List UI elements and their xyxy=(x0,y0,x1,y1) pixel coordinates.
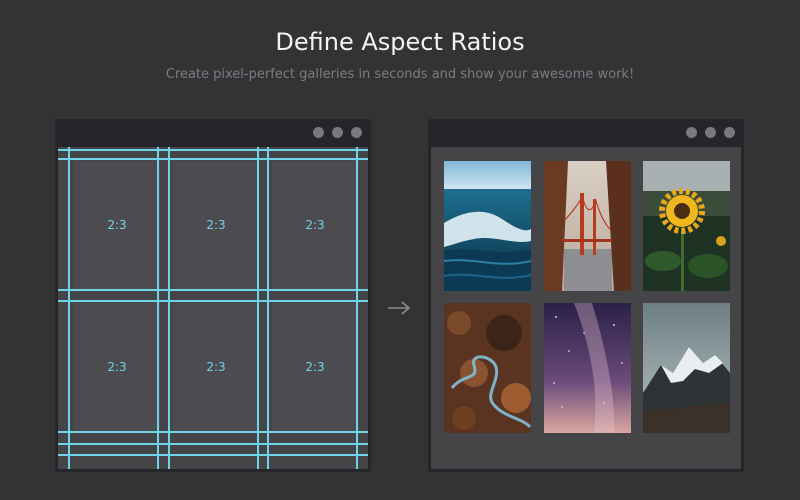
horizontal-guide[interactable] xyxy=(58,431,368,433)
photo-winding-river-aerial[interactable] xyxy=(444,303,531,433)
horizontal-guide[interactable] xyxy=(58,443,368,445)
vertical-guide[interactable] xyxy=(68,147,70,469)
gallery-preview-window xyxy=(428,119,744,472)
horizontal-guide[interactable] xyxy=(58,289,368,291)
gallery-canvas xyxy=(431,147,741,469)
window-control-icon[interactable] xyxy=(686,127,697,138)
photo-ocean-wave[interactable] xyxy=(444,161,531,291)
window-control-icon[interactable] xyxy=(724,127,735,138)
guide-lines xyxy=(58,147,368,469)
page-subtitle: Create pixel-perfect galleries in second… xyxy=(165,67,635,82)
window-titlebar xyxy=(55,119,371,147)
vertical-guide[interactable] xyxy=(157,147,159,469)
photo-golden-gate-bridge[interactable] xyxy=(544,161,631,291)
window-control-icon[interactable] xyxy=(313,127,324,138)
horizontal-guide[interactable] xyxy=(58,300,368,302)
photo-sunflower[interactable] xyxy=(643,161,730,291)
vertical-guide[interactable] xyxy=(267,147,269,469)
page-title: Define Aspect Ratios xyxy=(275,28,525,56)
vertical-guide[interactable] xyxy=(257,147,259,469)
window-titlebar xyxy=(428,119,744,147)
window-control-icon[interactable] xyxy=(332,127,343,138)
horizontal-guide[interactable] xyxy=(58,454,368,456)
arrow-right-icon xyxy=(388,301,411,315)
window-control-icon[interactable] xyxy=(351,127,362,138)
photo-milky-way-sky[interactable] xyxy=(544,303,631,433)
horizontal-guide[interactable] xyxy=(58,149,368,151)
grid-canvas: 2:3 2:3 2:3 2:3 2:3 2:3 xyxy=(58,147,368,469)
grid-editor-window: 2:3 2:3 2:3 2:3 2:3 2:3 xyxy=(55,119,371,472)
vertical-guide[interactable] xyxy=(356,147,358,469)
window-control-icon[interactable] xyxy=(705,127,716,138)
horizontal-guide[interactable] xyxy=(58,158,368,160)
vertical-guide[interactable] xyxy=(168,147,170,469)
photo-snowy-mountain[interactable] xyxy=(643,303,730,433)
